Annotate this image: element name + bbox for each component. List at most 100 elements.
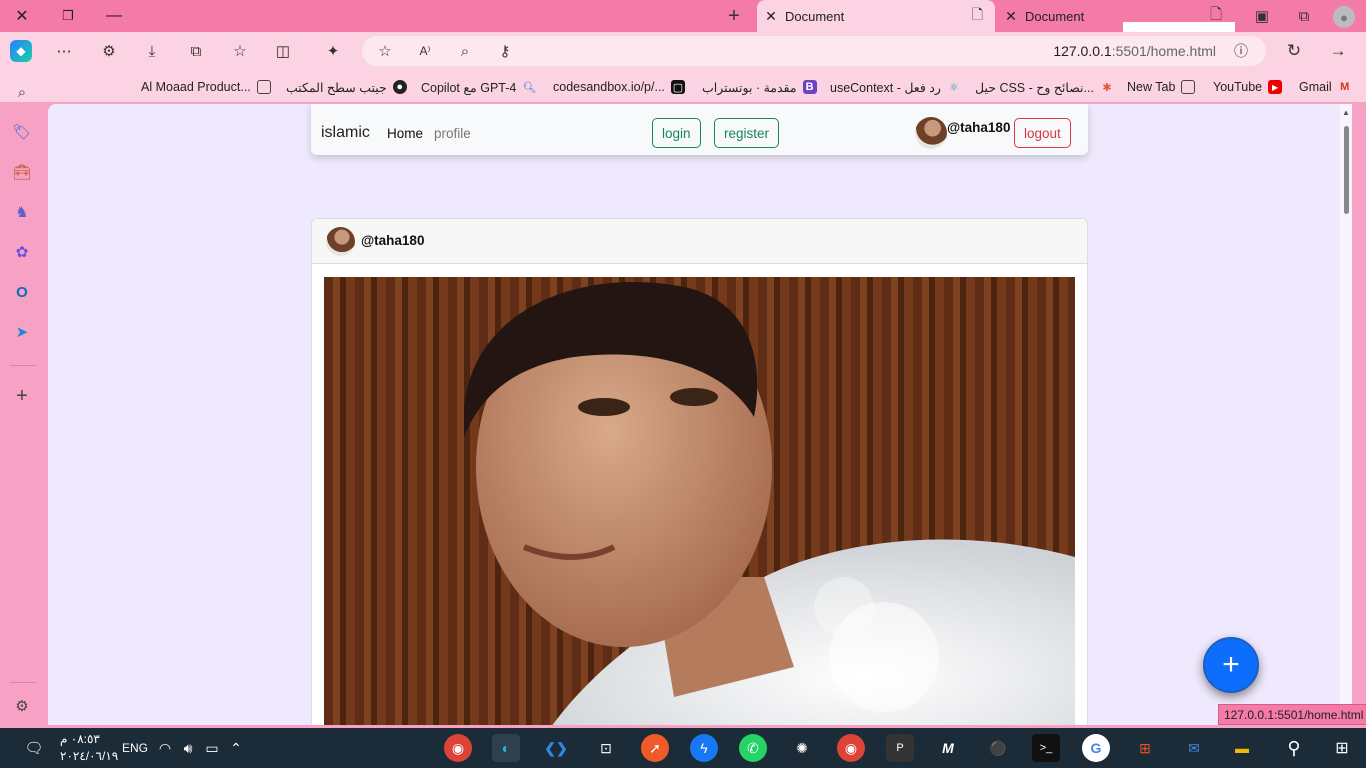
telegram-icon[interactable]: ➤ (11, 321, 33, 343)
bookmark-item[interactable]: Al Moaad Product... (141, 78, 271, 96)
search-icon[interactable]: ⚲ (1280, 734, 1308, 762)
bootstrap-icon: B (802, 80, 817, 94)
split-screen-icon[interactable]: ◫ (272, 40, 294, 62)
file-explorer-icon[interactable]: ▬ (1228, 734, 1256, 762)
bookmark-item[interactable]: codesandbox.io/p/... ▢ (553, 78, 685, 96)
address-bar[interactable]: ☆ A⁾ ⌕ ⚷ 127.0.0.1:5501/home.html ⓘ (362, 36, 1266, 66)
outlook-icon[interactable]: O (11, 281, 33, 303)
minimize-window-icon[interactable]: — (102, 4, 126, 28)
workspaces-icon[interactable]: ⧉ (1294, 6, 1314, 26)
user-avatar[interactable] (915, 117, 947, 149)
tab-actions-icon[interactable]: ▣ (1252, 6, 1272, 26)
favorite-star-icon[interactable]: ☆ (374, 40, 396, 62)
key-icon[interactable]: ⚷ (494, 40, 516, 62)
sidebar-divider (10, 365, 36, 366)
restore-window-icon[interactable]: ❐ (56, 4, 80, 28)
register-button[interactable]: register (714, 118, 780, 148)
bookmark-item[interactable]: Gmail M (1299, 78, 1352, 96)
bookmark-item[interactable]: جيتب سطح المكتب ● (286, 78, 407, 96)
windows-taskbar: 🗨︎ ٠٨:٥٣ م ٢٠٢٤/٠٦/١٩ ENG ◠ 🔊︎ ▭ ⌃ ◉ ◐ ❮… (0, 728, 1366, 768)
address-url[interactable]: 127.0.0.1:5501/home.html (1053, 43, 1216, 59)
profile-avatar-icon[interactable]: ● (1333, 6, 1355, 28)
store-icon[interactable]: ⊞ (1131, 734, 1159, 762)
windows-start-icon[interactable]: ⊞ (1328, 734, 1356, 762)
post-author-avatar[interactable] (326, 227, 355, 256)
bookmark-item[interactable]: Copilot مع GPT-4 🔍︎ (421, 78, 536, 96)
add-icon[interactable]: + (11, 385, 33, 407)
add-post-fab-button[interactable]: + (1203, 637, 1259, 693)
copilot-icon[interactable]: ◆ (10, 40, 32, 62)
zoom-icon[interactable]: ⌕ (454, 40, 476, 62)
close-tab-icon[interactable]: ✕ (1001, 8, 1021, 25)
whatsapp-icon[interactable]: ✆ (739, 734, 767, 762)
chrome-icon[interactable]: ◉ (444, 734, 472, 762)
chatgpt-icon[interactable]: ✺ (788, 734, 816, 762)
refresh-icon[interactable]: ↻ (1283, 40, 1305, 62)
tab-title: Document (1025, 8, 1085, 24)
document-icon: 🗋 (971, 6, 983, 22)
scrollbar-thumb[interactable] (1344, 126, 1349, 214)
post-author-username[interactable]: @taha180 (361, 233, 424, 248)
sidebar-divider (10, 682, 36, 683)
read-aloud-icon[interactable]: A⁾ (414, 40, 436, 62)
site-info-icon[interactable]: ⓘ (1230, 40, 1252, 62)
page-scrollbar[interactable]: ▲ (1340, 104, 1352, 725)
nav-link-profile[interactable]: profile (434, 126, 471, 141)
codesandbox-icon: ▢ (670, 80, 685, 94)
tab-title: Document (785, 8, 845, 24)
scroll-up-arrow-icon[interactable]: ▲ (1342, 108, 1350, 117)
extensions-icon[interactable]: ✦ (322, 40, 344, 62)
terminal-icon[interactable]: >_ (1032, 734, 1060, 762)
address-host: 127.0.0.1 (1053, 43, 1112, 59)
microsoft365-icon[interactable]: ✿ (11, 241, 33, 263)
favorites-icon[interactable]: ☆ (229, 40, 251, 62)
bookmark-label: YouTube (1213, 80, 1263, 94)
more-icon[interactable]: ⋯ (53, 40, 75, 62)
notifications-icon[interactable]: 🗨︎ (20, 734, 48, 762)
search-icon[interactable]: ⌕ (11, 81, 33, 103)
chevron-up-icon[interactable]: ⌃ (222, 734, 250, 762)
tools-icon[interactable]: 🧰︎ (11, 161, 33, 183)
status-bar-url: 127.0.0.1:5501/home.html (1218, 704, 1366, 725)
chrome-profile-icon[interactable]: ◉ (837, 734, 865, 762)
clock-date[interactable]: ٢٠٢٤/٠٦/١٩ (60, 749, 118, 763)
app-icon[interactable]: ⊡ (592, 734, 620, 762)
edge-icon[interactable]: ◐ (492, 734, 520, 762)
bookmark-item[interactable]: useContext - رد فعل ⚛ (830, 78, 961, 96)
tracking-prevention-icon[interactable]: ⚙ (98, 40, 120, 62)
download-icon[interactable]: ⤓ (141, 40, 163, 62)
shopping-tag-icon[interactable]: 🏷︎ (11, 121, 33, 143)
collections-icon[interactable]: ⧉ (185, 40, 207, 62)
nav-link-home[interactable]: Home (387, 126, 423, 141)
games-icon[interactable]: ♞ (11, 201, 33, 223)
python-icon[interactable]: ⚫ (984, 734, 1012, 762)
language-indicator[interactable]: ENG (122, 741, 148, 755)
settings-gear-icon[interactable]: ⚙ (11, 695, 33, 717)
bookmark-item[interactable]: New Tab (1127, 78, 1196, 96)
google-icon[interactable]: G (1082, 734, 1110, 762)
messenger-icon[interactable]: ϟ (690, 734, 718, 762)
login-button[interactable]: login (652, 118, 701, 148)
document-icon (256, 80, 271, 94)
app-m-icon[interactable]: M (934, 734, 962, 762)
bookmark-item[interactable]: حيل CSS - نصائح وح... ✱ (975, 78, 1114, 96)
mail-icon[interactable]: ✉ (1180, 734, 1208, 762)
new-tab-icon[interactable]: + (724, 5, 744, 27)
close-window-icon[interactable]: ✕ (10, 4, 34, 28)
forward-icon[interactable]: → (1327, 40, 1349, 62)
tab-document-active[interactable]: ✕ Document 🗋 (757, 0, 995, 32)
postman-icon[interactable]: ➚ (641, 734, 669, 762)
browser-toolbar: ◆ ⋯ ⚙ ⤓ ⧉ ☆ ◫ ✦ ☆ A⁾ ⌕ ⚷ 127.0.0.1:5501/… (0, 32, 1366, 70)
app-p-icon[interactable]: P (886, 734, 914, 762)
vscode-icon[interactable]: ❮❯ (542, 734, 570, 762)
clock-time[interactable]: ٠٨:٥٣ م (60, 732, 100, 746)
bookmark-item[interactable]: مقدمة · بوتستراب B (702, 78, 817, 96)
close-tab-icon[interactable]: ✕ (761, 8, 781, 25)
bookmark-label: useContext - رد فعل (830, 80, 941, 95)
bookmark-item[interactable]: YouTube ▶ (1213, 78, 1283, 96)
navbar-brand[interactable]: islamic (321, 124, 370, 142)
title-bar: ✕ ❐ — + ✕ Document 🗋 ✕ Document 🗋 ▣ ⧉ ● (0, 0, 1366, 46)
logout-button[interactable]: logout (1014, 118, 1071, 148)
post-card-header: @taha180 (312, 219, 1087, 264)
css-tricks-icon: ✱ (1102, 81, 1112, 94)
